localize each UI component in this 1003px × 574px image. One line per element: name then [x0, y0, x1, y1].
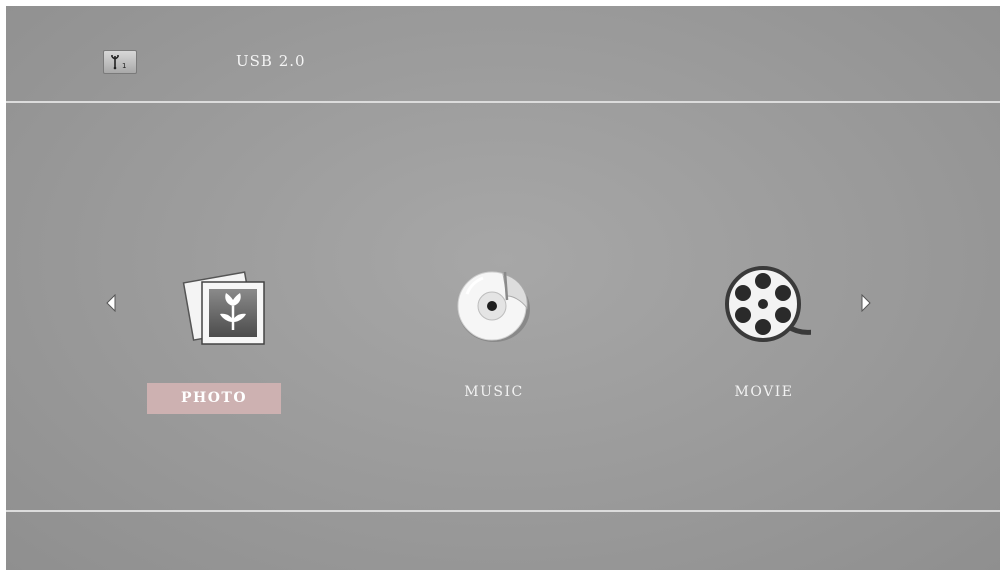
- next-page-button[interactable]: [859, 293, 873, 313]
- arrow-right-icon: [861, 294, 871, 312]
- menu-item-music[interactable]: MUSIC: [419, 256, 569, 426]
- music-disc-icon: [457, 271, 530, 342]
- menu-item-photo[interactable]: PHOTO: [146, 256, 296, 426]
- usb-icon: 1: [111, 55, 126, 70]
- menu-item-music-label: MUSIC: [464, 384, 524, 400]
- menu-item-movie-label: MOVIE: [734, 384, 794, 400]
- header-divider: [6, 101, 1000, 103]
- previous-page-button[interactable]: [104, 293, 118, 313]
- menu-item-movie[interactable]: MOVIE: [689, 256, 839, 426]
- film-reel-icon: [725, 266, 811, 342]
- footer-divider: [6, 510, 1000, 512]
- source-title: USB 2.0: [236, 52, 306, 70]
- svg-text:1: 1: [122, 62, 126, 70]
- media-screen: 1 USB 2.0 PHOTO MUSIC MOVIE: [6, 6, 1000, 570]
- menu-item-photo-label: PHOTO: [147, 383, 281, 414]
- arrow-left-icon: [106, 294, 116, 312]
- usb-source-button[interactable]: 1: [103, 50, 137, 74]
- photo-icon: [182, 271, 265, 345]
